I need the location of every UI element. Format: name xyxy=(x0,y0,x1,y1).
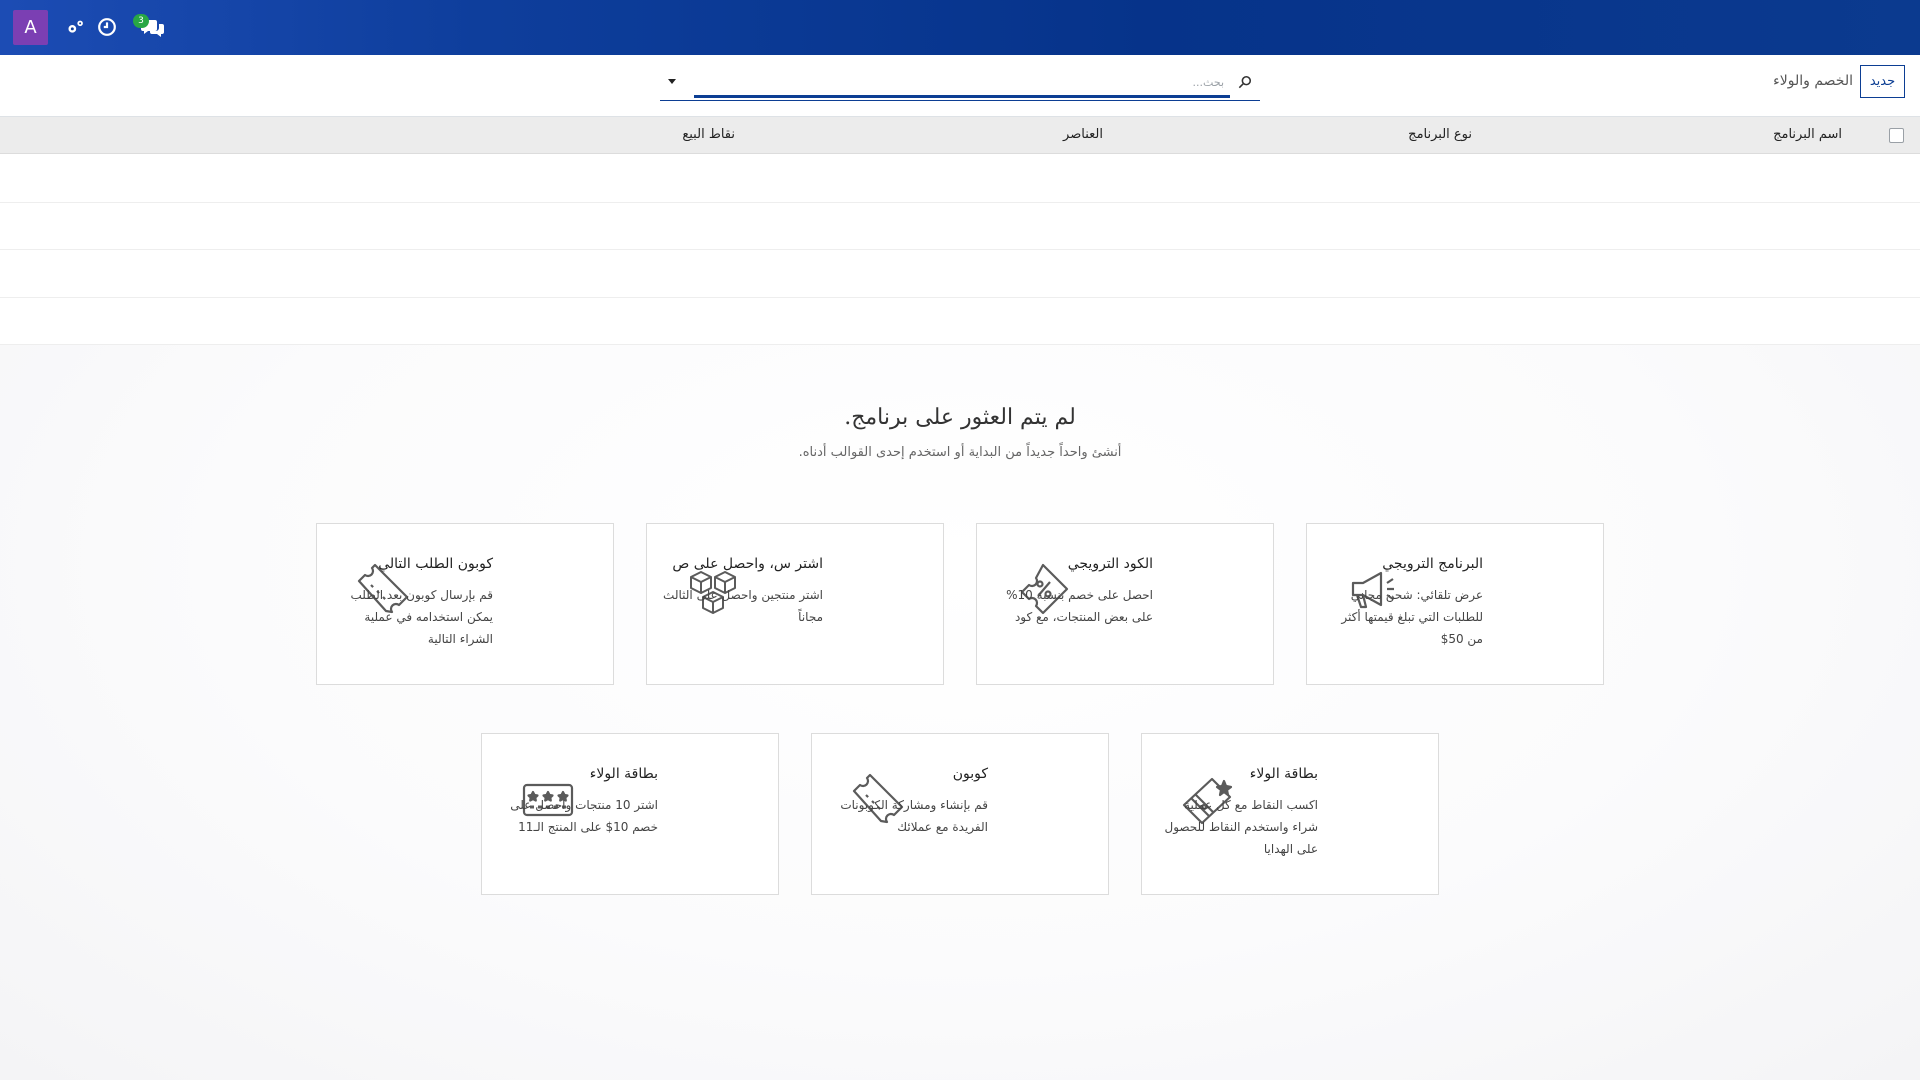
template-title: الكود الترويجي xyxy=(1067,556,1153,572)
empty-row-divider xyxy=(0,249,1920,250)
search-input[interactable] xyxy=(696,72,1226,92)
clock-icon[interactable] xyxy=(96,16,118,38)
avatar-letter: A xyxy=(24,17,37,38)
breadcrumb: الخصم والولاء xyxy=(1773,73,1853,89)
column-items[interactable]: العناصر xyxy=(1063,127,1103,142)
select-all-checkbox[interactable] xyxy=(1889,128,1904,143)
template-description: قم بإنشاء ومشاركة الكوبونات الفريدة مع ع… xyxy=(840,798,988,834)
template-card-promotion[interactable]: البرنامج الترويجي عرض تلقائي: شحن مجاني … xyxy=(1306,523,1604,685)
template-description: عرض تلقائي: شحن مجاني للطلبات التي تبلغ … xyxy=(1341,588,1483,646)
empty-row-divider xyxy=(0,202,1920,203)
template-description: قم بإرسال كوبون بعد الطلب يمكن استخدامه … xyxy=(350,588,493,646)
template-description: اكسب النقاط مع كل عملية شراء واستخدم الن… xyxy=(1164,798,1318,856)
column-points-of-sale[interactable]: نقاط البيع xyxy=(682,127,735,142)
column-program-type[interactable]: نوع البرنامج xyxy=(1408,127,1472,142)
template-card-promo-code[interactable]: الكود الترويجي احصل على خصم بنسبة 10% عل… xyxy=(976,523,1274,685)
caret-down-icon xyxy=(668,79,676,84)
top-navbar: A 3 xyxy=(0,0,1920,55)
new-button[interactable]: جديد xyxy=(1860,65,1905,98)
user-avatar[interactable]: A xyxy=(13,10,48,45)
template-title: البرنامج الترويجي xyxy=(1382,556,1483,572)
template-card-coupon[interactable]: كوبون قم بإنشاء ومشاركة الكوبونات الفريد… xyxy=(811,733,1109,895)
search-dropdown-toggle[interactable] xyxy=(664,73,680,89)
chat-badge: 3 xyxy=(133,14,149,28)
search-bar xyxy=(660,69,1260,101)
template-title: بطاقة الولاء xyxy=(589,766,658,782)
settings-icon[interactable] xyxy=(65,16,87,38)
search-focus-underline xyxy=(694,95,1230,98)
template-card-loyalty-card[interactable]: بطاقة الولاء اكسب النقاط مع كل عملية شرا… xyxy=(1141,733,1439,895)
template-title: كوبون xyxy=(952,766,988,782)
template-card-stamp-card[interactable]: بطاقة الولاء اشتر 10 منتجات واحصل على خص… xyxy=(481,733,779,895)
search-icon[interactable] xyxy=(1238,74,1252,89)
empty-row-divider xyxy=(0,297,1920,298)
template-card-next-order-coupon[interactable]: كوبون الطلب التالي قم بإرسال كوبون بعد ا… xyxy=(316,523,614,685)
column-program-name[interactable]: اسم البرنامج xyxy=(1773,127,1842,142)
template-card-buy-x-get-y[interactable]: اشتر س، واحصل على ص اشتر منتجين واحصل عل… xyxy=(646,523,944,685)
list-header: اسم البرنامج نوع البرنامج العناصر نقاط ا… xyxy=(0,117,1920,154)
template-description: اشتر 10 منتجات واحصل على خصم 10$ على الم… xyxy=(510,798,658,834)
template-title: كوبون الطلب التالي xyxy=(378,556,493,572)
helper-subtitle: أنشئ واحداً جديداً من البداية أو استخدم … xyxy=(798,445,1122,460)
template-title: بطاقة الولاء xyxy=(1249,766,1318,782)
control-panel: جديد الخصم والولاء xyxy=(0,55,1920,117)
no-content-helper: لم يتم العثور على برنامج. أنشئ واحداً جد… xyxy=(0,345,1920,1080)
template-description: اشتر منتجين واحصل على الثالث مجاناً xyxy=(663,588,823,624)
template-description: احصل على خصم بنسبة 10% على بعض المنتجات،… xyxy=(1006,588,1153,624)
template-title: اشتر س، واحصل على ص xyxy=(672,556,823,572)
helper-title: لم يتم العثور على برنامج. xyxy=(844,405,1076,430)
